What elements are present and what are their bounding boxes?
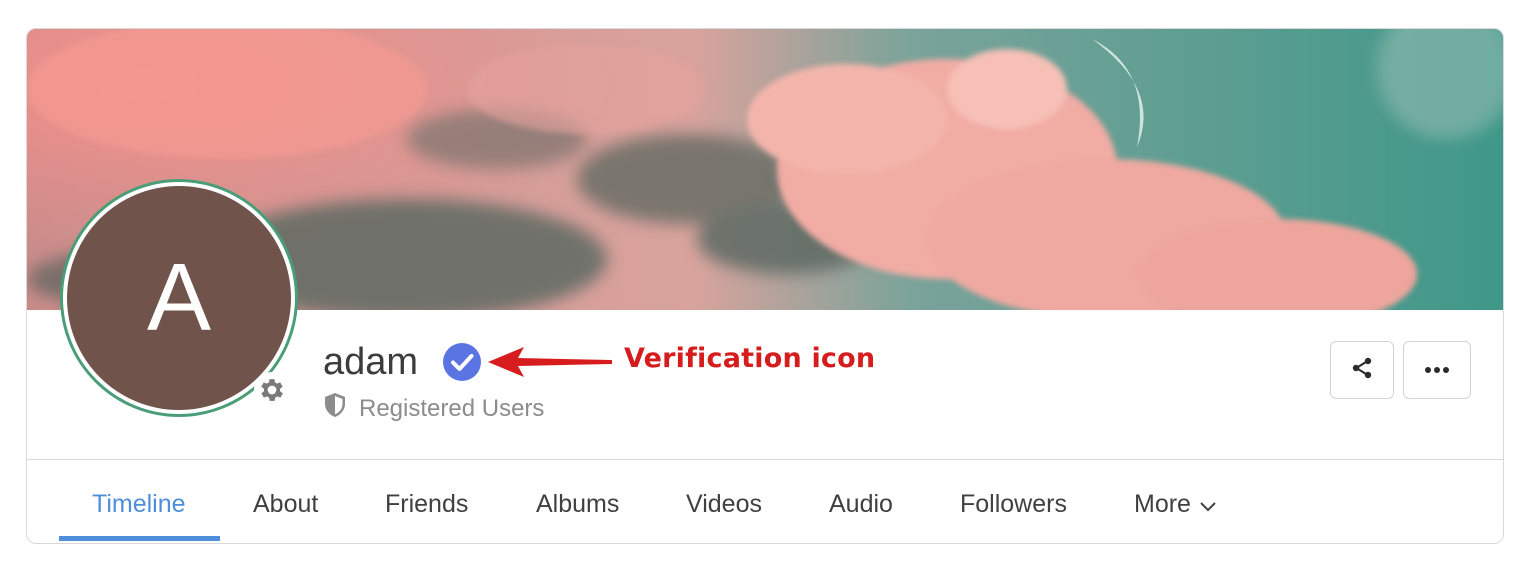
more-options-button[interactable] xyxy=(1403,341,1471,399)
ellipsis-icon xyxy=(1424,361,1450,379)
tab-friends[interactable]: Friends xyxy=(385,490,468,519)
tab-albums[interactable]: Albums xyxy=(536,490,619,519)
profile-tabs: Timeline About Friends Albums Videos Aud… xyxy=(26,460,1503,542)
annotation-label: Verification icon xyxy=(624,343,876,374)
share-icon xyxy=(1350,356,1374,385)
tab-audio[interactable]: Audio xyxy=(829,490,893,519)
role-label: Registered Users xyxy=(359,394,545,422)
annotation-arrow-icon xyxy=(488,347,612,377)
shield-icon xyxy=(323,392,347,425)
tab-about[interactable]: About xyxy=(253,490,318,519)
tab-followers[interactable]: Followers xyxy=(960,490,1067,519)
active-tab-indicator xyxy=(59,536,220,541)
tab-more-label: More xyxy=(1134,490,1191,518)
username: adam xyxy=(323,341,419,383)
tab-timeline[interactable]: Timeline xyxy=(92,490,186,519)
verified-badge-icon xyxy=(442,342,482,382)
user-role: Registered Users xyxy=(323,392,544,425)
share-button[interactable] xyxy=(1330,341,1394,399)
tab-videos[interactable]: Videos xyxy=(686,490,762,519)
tab-more[interactable]: More xyxy=(1134,490,1217,519)
gear-icon[interactable] xyxy=(254,372,290,408)
chevron-down-icon xyxy=(1199,490,1217,519)
